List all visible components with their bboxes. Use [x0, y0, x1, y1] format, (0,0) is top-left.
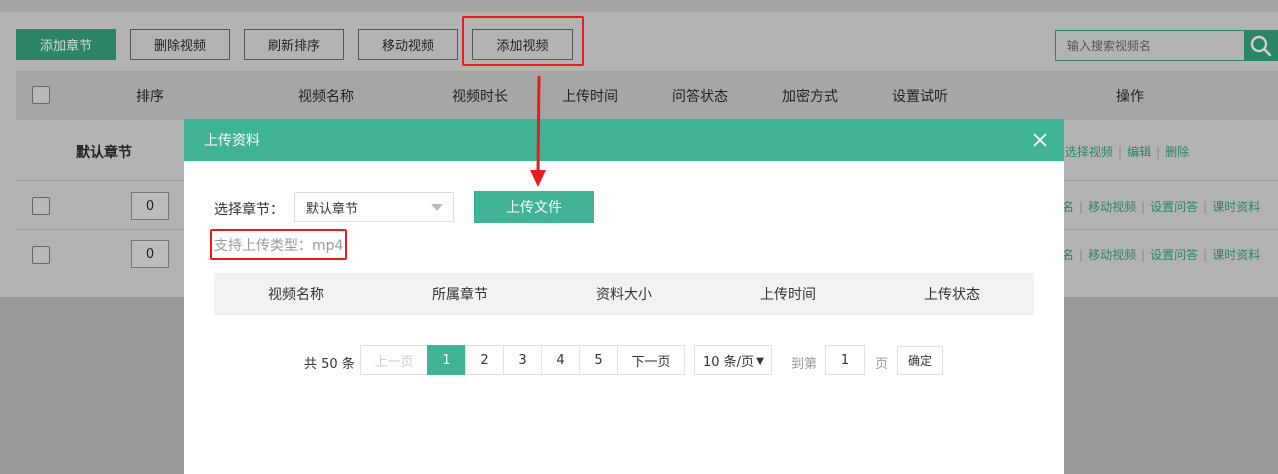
delete-video-button[interactable]: 删除视频: [130, 29, 230, 60]
page-4-button[interactable]: 4: [541, 345, 580, 375]
sort-input[interactable]: 0: [131, 240, 169, 268]
row-checkbox[interactable]: [32, 197, 50, 215]
pager-total: 共 50 条: [304, 357, 355, 372]
column-encryption: 加密方式: [782, 88, 838, 105]
column-preview-setting: 设置试听: [892, 88, 948, 105]
search-input[interactable]: 输入搜索视频名: [1055, 30, 1245, 61]
delete-chapter-link[interactable]: 删除: [1165, 145, 1189, 159]
chapter-select-label: 选择章节：: [214, 202, 284, 218]
column-qa-status: 问答状态: [672, 88, 728, 105]
goto-prefix: 到第: [791, 357, 818, 372]
page-3-button[interactable]: 3: [503, 345, 542, 375]
sort-input[interactable]: 0: [131, 192, 169, 220]
column-chapter: 所属章节: [432, 287, 488, 303]
chapter-select[interactable]: 默认章节: [294, 192, 454, 222]
chevron-down-icon: [431, 204, 443, 211]
move-video-link[interactable]: 移动视频: [1088, 200, 1136, 214]
column-video-name: 视频名称: [268, 287, 324, 303]
page-2-button[interactable]: 2: [465, 345, 504, 375]
page-size-value: 10 条/页: [703, 354, 755, 370]
move-video-button[interactable]: 移动视频: [358, 29, 458, 60]
column-upload-time: 上传时间: [760, 287, 816, 303]
column-actions: 操作: [1116, 88, 1144, 105]
modal-header: 上传资料: [184, 119, 1064, 161]
caret-down-icon: ▼: [756, 356, 764, 367]
refresh-sort-button[interactable]: 刷新排序: [244, 29, 344, 60]
next-page-button[interactable]: 下一页: [617, 345, 685, 375]
column-upload-time: 上传时间: [562, 88, 618, 105]
page-size-select[interactable]: 10 条/页 ▼: [694, 345, 772, 375]
search-icon: [1250, 35, 1272, 56]
goto-confirm-button[interactable]: 确定: [897, 346, 943, 375]
upload-modal: 上传资料 选择章节： 默认章节 上传文件 支持上传类型：mp4 视频名称 所属章…: [184, 119, 1064, 474]
chapter-select-value: 默认章节: [306, 201, 359, 217]
row-checkbox[interactable]: [32, 246, 50, 264]
row-actions: 名 | 移动视频 | 设置问答 | 课时资料: [1062, 200, 1261, 214]
prev-page-button[interactable]: 上一页: [360, 345, 428, 375]
set-qa-link[interactable]: 设置问答: [1150, 248, 1198, 262]
column-sort: 排序: [136, 88, 164, 105]
move-video-link[interactable]: 移动视频: [1088, 248, 1136, 262]
column-video-name: 视频名称: [298, 88, 354, 105]
chapter-actions: 选择视频 | 编辑 | 删除: [1065, 145, 1190, 159]
goto-page-input[interactable]: 1: [825, 345, 865, 375]
annotation-highlight-supported-types: [210, 229, 347, 260]
top-bar: [0, 0, 1278, 12]
video-table-header: 排序 视频名称 视频时长 上传时间 问答状态 加密方式 设置试听 操作: [16, 71, 1278, 120]
set-qa-link[interactable]: 设置问答: [1150, 200, 1198, 214]
search-button[interactable]: [1244, 30, 1278, 61]
page-1-button[interactable]: 1: [427, 345, 466, 375]
lesson-material-link[interactable]: 课时资料: [1212, 248, 1260, 262]
column-video-duration: 视频时长: [452, 88, 508, 105]
upload-file-button[interactable]: 上传文件: [474, 191, 594, 223]
lesson-material-link[interactable]: 课时资料: [1212, 200, 1260, 214]
select-all-checkbox[interactable]: [32, 86, 50, 104]
modal-title: 上传资料: [204, 133, 260, 149]
add-chapter-button[interactable]: 添加章节: [16, 29, 116, 60]
chapter-name: 默认章节: [76, 145, 132, 161]
page-5-button[interactable]: 5: [579, 345, 618, 375]
select-video-link[interactable]: 选择视频: [1065, 145, 1113, 159]
close-icon[interactable]: [1030, 130, 1050, 150]
column-file-size: 资料大小: [596, 287, 652, 303]
edit-chapter-link[interactable]: 编辑: [1127, 145, 1151, 159]
goto-suffix: 页: [875, 357, 889, 372]
column-upload-status: 上传状态: [924, 287, 980, 303]
annotation-highlight-add-video: [462, 16, 584, 66]
upload-table-header: 视频名称 所属章节 资料大小 上传时间 上传状态: [214, 273, 1034, 315]
row-actions: 名 | 移动视频 | 设置问答 | 课时资料: [1062, 248, 1261, 262]
